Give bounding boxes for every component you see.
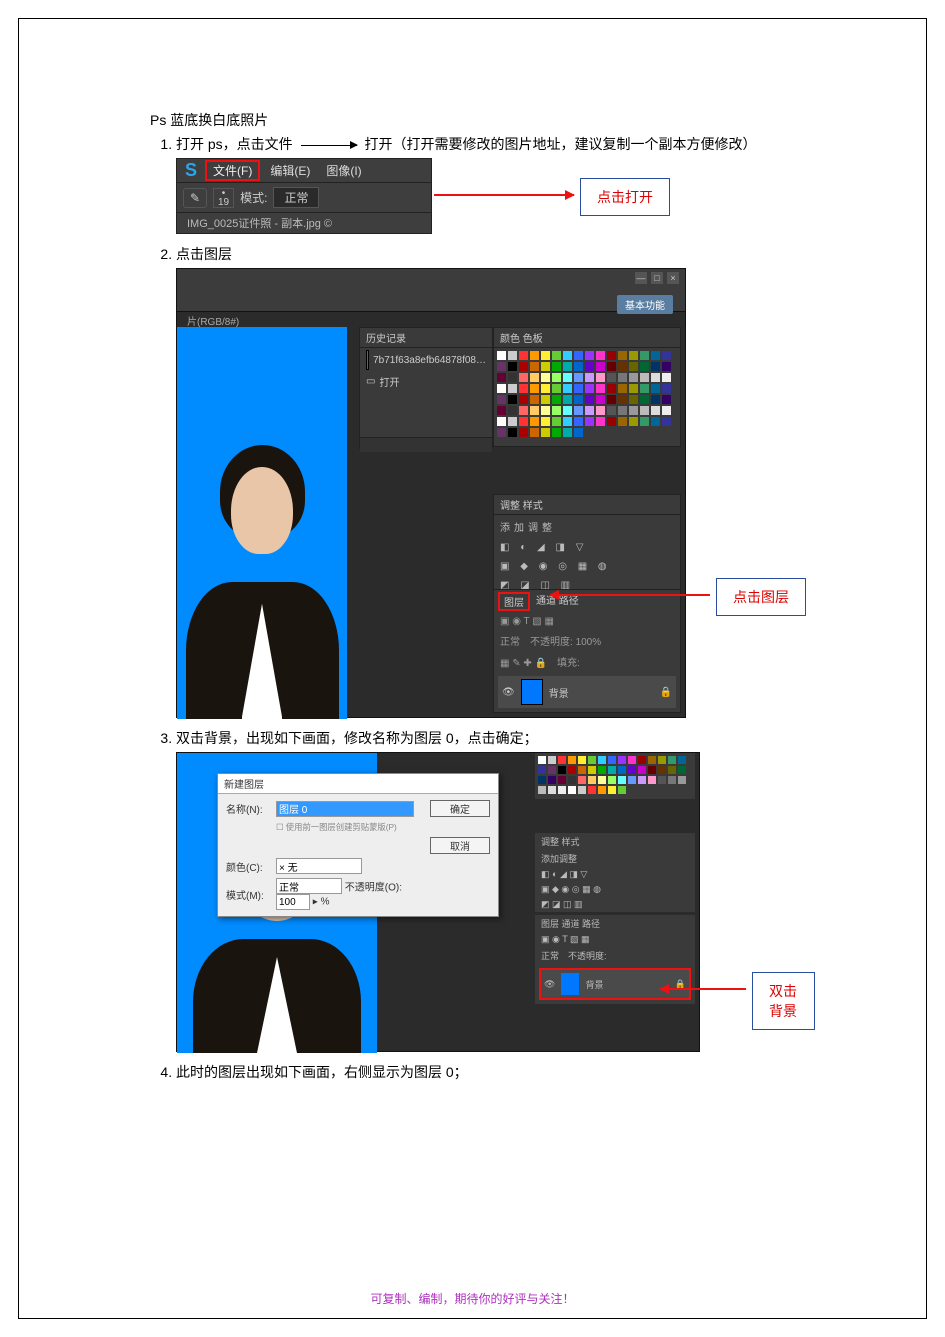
arrow-icon <box>660 988 746 990</box>
step-1: 打开 ps，点击文件 打开（打开需要修改的图片地址，建议复制一个副本方便修改） … <box>176 134 815 234</box>
fill-label: 填充: <box>557 658 580 669</box>
mode-select[interactable] <box>276 878 342 894</box>
canvas[interactable] <box>177 327 347 719</box>
figure-2-workspace: —□× 基本功能 片(RGB/8#) 历史记录 7b71f63a8efb6487… <box>176 268 686 718</box>
mode-label: 模式(M): <box>226 887 270 902</box>
callout-dblclick: 双击背景 <box>752 972 815 1030</box>
history-open: 打开 <box>379 374 399 389</box>
cancel-button[interactable]: 取消 <box>430 837 490 854</box>
name-label: 名称(N): <box>226 801 270 816</box>
opacity-value[interactable]: 100% <box>576 637 602 648</box>
adjust-tabs: 调整 样式 <box>535 833 695 850</box>
figure-1-menubar: S 文件(F) 编辑(E) 图像(I) ✎ •19 模式: 正常 IMG_002… <box>176 158 432 234</box>
adjust-sub: 添加调整 <box>535 850 695 867</box>
mode-value[interactable]: 正常 <box>273 187 319 208</box>
layers-panel[interactable]: 图层 通道 路径 ▣ ◉ T ▧ ▦ 正常 不透明度: 100% ▦ ✎ ✚ 🔒… <box>493 589 681 713</box>
step2-text: 点击图层 <box>176 246 232 262</box>
menu-edit[interactable]: 编辑(E) <box>264 162 316 179</box>
opacity-label: 不透明度: <box>530 637 573 648</box>
layers-panel[interactable]: 图层 通道 路径 ▣ ◉ T ▧ ▦ 正常 不透明度: 👁 背景 🔒 <box>535 915 695 1004</box>
workspace-switch[interactable]: 基本功能 <box>617 295 673 314</box>
menu-file[interactable]: 文件(F) <box>205 160 260 181</box>
menu-image[interactable]: 图像(I) <box>320 162 367 179</box>
swatches-tabs: 颜色 色板 <box>494 328 680 348</box>
opacity-label: 不透明度(O): <box>345 883 402 894</box>
blend-mode[interactable]: 正常 <box>500 637 520 648</box>
adjust-icons-row: ▣ ◆ ◉ ◎ ▦ ◍ <box>494 557 680 576</box>
doc-title: Ps 蓝底换白底照片 <box>150 110 815 130</box>
history-file: 7b71f63a8efb64878f08… <box>373 355 486 366</box>
eye-icon[interactable]: 👁 <box>544 979 555 990</box>
arrow-icon <box>550 594 710 596</box>
doc-tab[interactable]: IMG_0025证件照 - 副本.jpg © <box>177 213 431 233</box>
adjust-icons-row: ◧ ◐ ◢ ◨ ▽ <box>494 538 680 557</box>
layer-background[interactable]: 👁 背景 🔒 <box>498 676 676 708</box>
adjust-tabs: 调整 样式 <box>494 495 680 515</box>
step-4: 此时的图层出现如下画面，右侧显示为图层 0； <box>176 1062 815 1082</box>
history-title: 历史记录 <box>360 328 492 348</box>
clip-checkbox-label: ☐ 使用前一图层创建剪贴蒙版(P) <box>276 821 490 833</box>
step4-text: 此时的图层出现如下画面，右侧显示为图层 0； <box>176 1064 468 1080</box>
photo-portrait <box>177 445 347 719</box>
brush-icon[interactable]: ✎ <box>183 188 207 208</box>
adjust-sub: 添加调整 <box>494 515 680 538</box>
arrow-icon <box>301 145 357 146</box>
history-panel[interactable]: 历史记录 7b71f63a8efb64878f08… ▭打开 <box>359 327 493 449</box>
layers-tabs: 图层 通道 路径 <box>535 915 695 932</box>
mode-label: 模式: <box>240 189 267 206</box>
step-3: 双击背景，出现如下画面，修改名称为图层 0，点击确定； 新建图层 名称(N): <box>176 728 815 1052</box>
swatches-panel <box>535 753 695 799</box>
figure-3-dialog: 新建图层 名称(N): 确定 ☐ 使用前一图层创建剪贴蒙版(P) 取消 颜色(C… <box>176 752 700 1052</box>
adjustments-panel[interactable]: 调整 样式 添加调整 ◧ ◐ ◢ ◨ ▽ ▣ ◆ ◉ ◎ ▦ ◍ ◩ ◪ ◫ ▥ <box>493 494 681 596</box>
ok-button[interactable]: 确定 <box>430 800 490 817</box>
new-layer-dialog[interactable]: 新建图层 名称(N): 确定 ☐ 使用前一图层创建剪贴蒙版(P) 取消 颜色(C… <box>217 773 499 917</box>
step1-a: 打开 ps，点击文件 <box>176 136 293 152</box>
lock-icon: 🔒 <box>660 687 672 698</box>
opacity-input[interactable] <box>276 894 310 910</box>
tab-layers[interactable]: 图层 <box>498 592 530 611</box>
footer-note: 可复制、编制，期待你的好评与关注！ <box>0 1290 945 1307</box>
step3-text: 双击背景，出现如下画面，修改名称为图层 0，点击确定； <box>176 730 538 746</box>
color-select[interactable] <box>276 858 362 874</box>
layer-name: 背景 <box>549 685 569 700</box>
adjustments-panel: 调整 样式 添加调整 ◧ ◐ ◢ ◨ ▽ ▣ ◆ ◉ ◎ ▦ ◍ ◩ ◪ ◫ ▥ <box>535 833 695 912</box>
dialog-title: 新建图层 <box>218 774 498 794</box>
callout-layers: 点击图层 <box>716 578 806 616</box>
eye-icon[interactable]: 👁 <box>502 687 515 698</box>
step1-b: 打开（打开需要修改的图片地址，建议复制一个副本方便修改） <box>364 136 756 152</box>
ps-logo-icon: S <box>181 160 201 181</box>
color-label: 颜色(C): <box>226 859 270 874</box>
arrow-icon <box>434 194 574 196</box>
name-input[interactable] <box>276 801 414 817</box>
step-2: 点击图层 —□× 基本功能 片(RGB/8#) 历史记录 <box>176 244 815 718</box>
layer-name: 背景 <box>585 978 603 991</box>
swatches-panel[interactable]: 颜色 色板 <box>493 327 681 447</box>
window-controls[interactable]: —□× <box>635 272 679 284</box>
callout-open: 点击打开 <box>580 178 670 216</box>
brush-size[interactable]: •19 <box>213 188 234 208</box>
